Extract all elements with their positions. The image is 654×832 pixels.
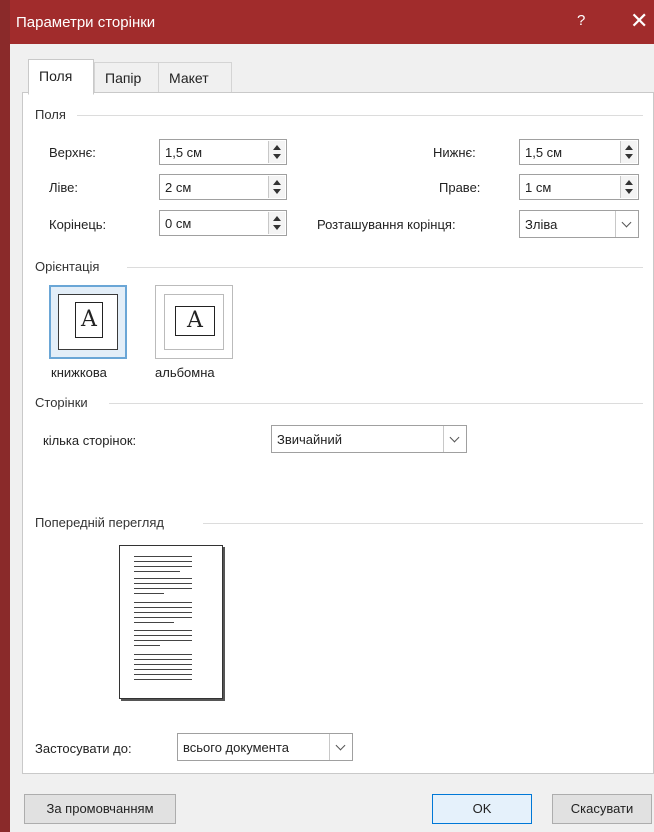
preview-group-label: Попередній перегляд — [35, 515, 164, 530]
tab-margins[interactable]: Поля — [28, 59, 94, 95]
gutter-value: 0 см — [165, 216, 192, 231]
tab-panel-margins: Поля Верхнє: 1,5 см Нижнє: 1,5 см Ліве: … — [22, 92, 654, 774]
title-bar: Параметри сторінки ? ✕ — [10, 0, 654, 44]
spinner-arrows-icon[interactable] — [620, 176, 637, 198]
landscape-page-icon: A — [175, 306, 215, 336]
portrait-page-icon: A — [75, 302, 103, 338]
left-margin-spinner[interactable]: 2 см — [159, 174, 287, 200]
margins-group-divider — [77, 115, 643, 116]
left-margin-label: Ліве: — [49, 180, 79, 195]
page-setup-dialog: Параметри сторінки ? ✕ Поля Папір Макет … — [0, 0, 654, 832]
pages-group-label: Сторінки — [35, 395, 88, 410]
gutter-position-label: Розташування корінця: — [317, 217, 456, 232]
portrait-label: книжкова — [51, 365, 107, 380]
landscape-option[interactable]: A — [155, 285, 233, 359]
pages-group-divider — [109, 403, 643, 404]
margins-group-label: Поля — [35, 107, 66, 122]
cancel-button[interactable]: Скасувати — [552, 794, 652, 824]
left-margin-value: 2 см — [165, 180, 192, 195]
help-button[interactable]: ? — [577, 12, 585, 29]
tab-paper[interactable]: Папір — [94, 62, 160, 93]
apply-to-select[interactable]: всього документа — [177, 733, 353, 761]
close-icon[interactable]: ✕ — [630, 8, 648, 34]
tab-layout[interactable]: Макет — [158, 62, 232, 93]
gutter-position-select[interactable]: Зліва — [519, 210, 639, 238]
top-margin-label: Верхнє: — [49, 145, 96, 160]
spinner-arrows-icon[interactable] — [268, 212, 285, 234]
multiple-pages-value: Звичайний — [277, 432, 342, 447]
gutter-position-value: Зліва — [525, 217, 558, 232]
apply-to-value: всього документа — [183, 740, 289, 755]
chevron-down-icon[interactable] — [443, 426, 466, 452]
portrait-option[interactable]: A — [49, 285, 127, 359]
multiple-pages-select[interactable]: Звичайний — [271, 425, 467, 453]
orientation-group-divider — [127, 267, 643, 268]
spinner-arrows-icon[interactable] — [268, 141, 285, 163]
top-margin-value: 1,5 см — [165, 145, 203, 160]
page-preview — [119, 545, 223, 699]
set-as-default-button[interactable]: За промовчанням — [24, 794, 176, 824]
right-margin-label: Праве: — [439, 180, 481, 195]
bottom-margin-spinner[interactable]: 1,5 см — [519, 139, 639, 165]
top-margin-spinner[interactable]: 1,5 см — [159, 139, 287, 165]
landscape-label: альбомна — [155, 365, 215, 380]
right-margin-value: 1 см — [525, 180, 552, 195]
preview-group-divider — [203, 523, 643, 524]
bottom-margin-value: 1,5 см — [525, 145, 563, 160]
ok-button[interactable]: OK — [432, 794, 532, 824]
chevron-down-icon[interactable] — [329, 734, 352, 760]
chevron-down-icon[interactable] — [615, 211, 638, 237]
bottom-margin-label: Нижнє: — [433, 145, 476, 160]
spinner-arrows-icon[interactable] — [268, 176, 285, 198]
gutter-spinner[interactable]: 0 см — [159, 210, 287, 236]
right-margin-spinner[interactable]: 1 см — [519, 174, 639, 200]
gutter-label: Корінець: — [49, 217, 107, 232]
multiple-pages-label: кілька сторінок: — [43, 433, 137, 448]
spinner-arrows-icon[interactable] — [620, 141, 637, 163]
dialog-title: Параметри сторінки — [16, 14, 156, 31]
apply-to-label: Застосувати до: — [35, 741, 132, 756]
orientation-group-label: Орієнтація — [35, 259, 100, 274]
